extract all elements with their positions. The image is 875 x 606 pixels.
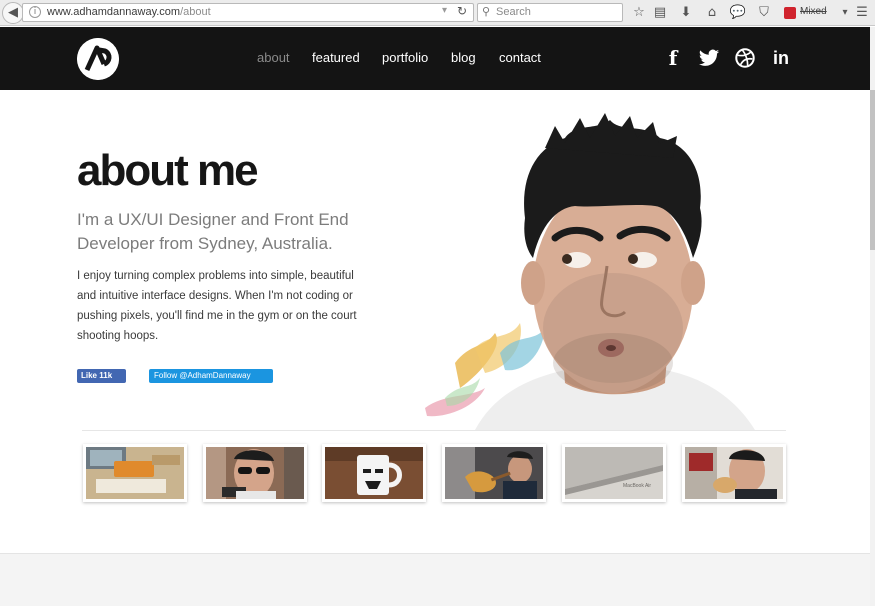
nav-about[interactable]: about (257, 50, 290, 65)
page-title: about me (77, 146, 259, 195)
chat-icon[interactable]: 💬 (729, 4, 747, 22)
url-text[interactable]: www.adhamdannaway.com/about (47, 6, 211, 18)
address-bar[interactable]: i www.adhamdannaway.com/about ▾ ↻ (22, 3, 474, 22)
thumb-sunglasses[interactable] (203, 444, 307, 502)
fb-like-label: Like 11k (81, 371, 113, 380)
search-placeholder: Search (496, 6, 531, 18)
home-icon[interactable]: ⌂ (703, 4, 721, 22)
facebook-like-button[interactable]: Like 11k (77, 369, 126, 383)
reload-icon[interactable]: ↻ (457, 4, 467, 18)
nav-blog[interactable]: blog (451, 50, 476, 65)
bio-text: I enjoy turning complex problems into si… (77, 270, 357, 342)
mixed-content-label[interactable]: Mixed (800, 6, 827, 17)
thumb-desk-setup[interactable] (83, 444, 187, 502)
thumb-guitar[interactable] (442, 444, 546, 502)
search-box[interactable]: ⚲ Search (477, 3, 623, 22)
portrait-image (425, 113, 755, 430)
download-icon[interactable]: ⬇ (677, 4, 695, 22)
scrollbar-thumb[interactable] (870, 90, 875, 250)
back-icon[interactable]: ◀ (2, 2, 24, 24)
logo-icon[interactable] (77, 38, 119, 80)
search-icon: ⚲ (482, 5, 491, 18)
nav-featured[interactable]: featured (312, 50, 360, 65)
pocket-icon[interactable]: ⛉ (755, 4, 773, 22)
reading-list-icon[interactable]: ▤ (651, 4, 669, 22)
linkedin-icon[interactable]: in (770, 47, 792, 69)
svg-text:MacBook Air: MacBook Air (623, 483, 651, 489)
footer-section (0, 553, 870, 606)
twitter-follow-label: Follow @AdhamDannaway (154, 371, 251, 380)
page-subtitle: I'm a UX/UI Designer and Front End Devel… (77, 210, 349, 253)
url-path: /about (180, 6, 211, 18)
mixed-dropdown-icon[interactable]: ▾ (836, 4, 854, 22)
thumb-eating[interactable] (682, 444, 786, 502)
browser-toolbar: ◀ i www.adhamdannaway.com/about ▾ ↻ ⚲ Se… (0, 0, 875, 26)
thumb-macbook[interactable]: MacBook Air (562, 444, 666, 502)
info-icon[interactable]: i (29, 6, 41, 18)
section-divider (82, 430, 786, 431)
twitter-icon[interactable] (698, 47, 720, 69)
thumb-stormtrooper-mug[interactable] (322, 444, 426, 502)
facebook-icon[interactable]: f (662, 47, 684, 69)
menu-icon[interactable]: ☰ (853, 4, 871, 22)
nav-portfolio[interactable]: portfolio (382, 50, 428, 65)
url-history-dropdown-icon[interactable]: ▾ (442, 5, 447, 16)
nav-contact[interactable]: contact (499, 50, 541, 65)
addon-icon[interactable] (784, 7, 796, 19)
bookmark-star-icon[interactable]: ☆ (630, 4, 648, 22)
dribbble-icon[interactable] (734, 47, 756, 69)
twitter-follow-button[interactable]: Follow @AdhamDannaway (149, 369, 273, 383)
url-domain: www.adhamdannaway.com (47, 6, 181, 18)
site-header: about featured portfolio blog contact f … (0, 27, 870, 90)
